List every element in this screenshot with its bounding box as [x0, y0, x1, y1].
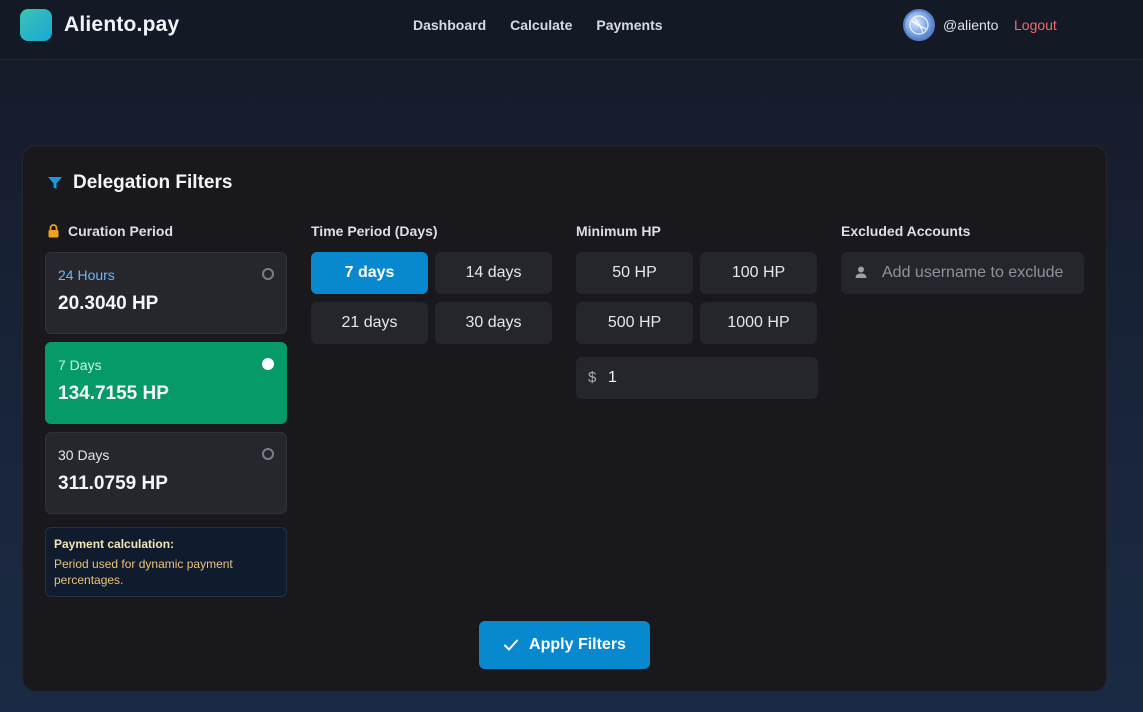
amount-value[interactable]: 1: [608, 369, 617, 387]
note-text: Period used for dynamic payment percenta…: [54, 557, 233, 587]
panel-header: Delegation Filters: [47, 172, 232, 194]
min-hp-100-button[interactable]: 100 HP: [700, 252, 817, 294]
dollar-sign: $: [588, 369, 597, 386]
curation-period-text: Curation Period: [68, 223, 174, 239]
curation-option-7d[interactable]: 7 Days 134.7155 HP: [45, 342, 287, 424]
minimum-hp-label: Minimum HP: [576, 223, 661, 239]
delegation-filters-panel: Delegation Filters Curation Period 24 Ho…: [22, 145, 1107, 692]
min-hp-50-button[interactable]: 50 HP: [576, 252, 693, 294]
curation-option-value: 20.3040 HP: [58, 293, 159, 314]
time-period-30-button[interactable]: 30 days: [435, 302, 552, 344]
curation-period-label: Curation Period: [47, 223, 173, 239]
nav-payments[interactable]: Payments: [596, 17, 662, 33]
curation-option-30d[interactable]: 30 Days 311.0759 HP: [45, 432, 287, 514]
panel-title: Delegation Filters: [73, 172, 233, 193]
payment-calculation-note: Payment calculation: Period used for dyn…: [45, 527, 287, 597]
time-period-14-button[interactable]: 14 days: [435, 252, 552, 294]
check-icon: [504, 639, 519, 651]
main-nav: Dashboard Calculate Payments: [413, 17, 663, 33]
exclude-placeholder: Add username to exclude: [882, 264, 1064, 281]
apply-filters-button[interactable]: Apply Filters: [479, 621, 650, 669]
exclude-username-input[interactable]: Add username to exclude: [841, 252, 1084, 294]
logout-link[interactable]: Logout: [1014, 17, 1057, 33]
curation-option-value: 134.7155 HP: [58, 383, 169, 404]
time-period-label: Time Period (Days): [311, 223, 438, 239]
nav-calculate[interactable]: Calculate: [510, 17, 572, 33]
avatar-globe-icon: [909, 15, 929, 35]
username: @aliento: [943, 17, 999, 33]
lock-icon: [48, 224, 59, 238]
top-navbar: Aliento.pay Dashboard Calculate Payments…: [0, 0, 1143, 60]
curation-option-24h[interactable]: 24 Hours 20.3040 HP: [45, 252, 287, 334]
radio-icon[interactable]: [262, 448, 274, 460]
curation-option-label: 30 Days: [58, 447, 110, 463]
excluded-accounts-label: Excluded Accounts: [841, 223, 971, 239]
user-icon: [855, 266, 867, 278]
nav-dashboard[interactable]: Dashboard: [413, 17, 486, 33]
curation-option-value: 311.0759 HP: [58, 473, 168, 494]
time-period-21-button[interactable]: 21 days: [311, 302, 428, 344]
min-hp-amount-input[interactable]: $ 1: [576, 357, 818, 399]
time-period-7-button[interactable]: 7 days: [311, 252, 428, 294]
avatar[interactable]: [903, 9, 935, 41]
radio-icon[interactable]: [262, 268, 274, 280]
filter-icon: [48, 177, 62, 189]
min-hp-1000-button[interactable]: 1000 HP: [700, 302, 817, 344]
note-title: Payment calculation:: [54, 537, 175, 551]
logo-icon[interactable]: [20, 9, 52, 41]
curation-option-label: 24 Hours: [58, 267, 115, 283]
curation-option-label: 7 Days: [58, 357, 102, 373]
brand-name[interactable]: Aliento.pay: [64, 13, 179, 37]
apply-filters-label: Apply Filters: [529, 636, 626, 653]
min-hp-500-button[interactable]: 500 HP: [576, 302, 693, 344]
radio-selected-icon[interactable]: [262, 358, 274, 370]
